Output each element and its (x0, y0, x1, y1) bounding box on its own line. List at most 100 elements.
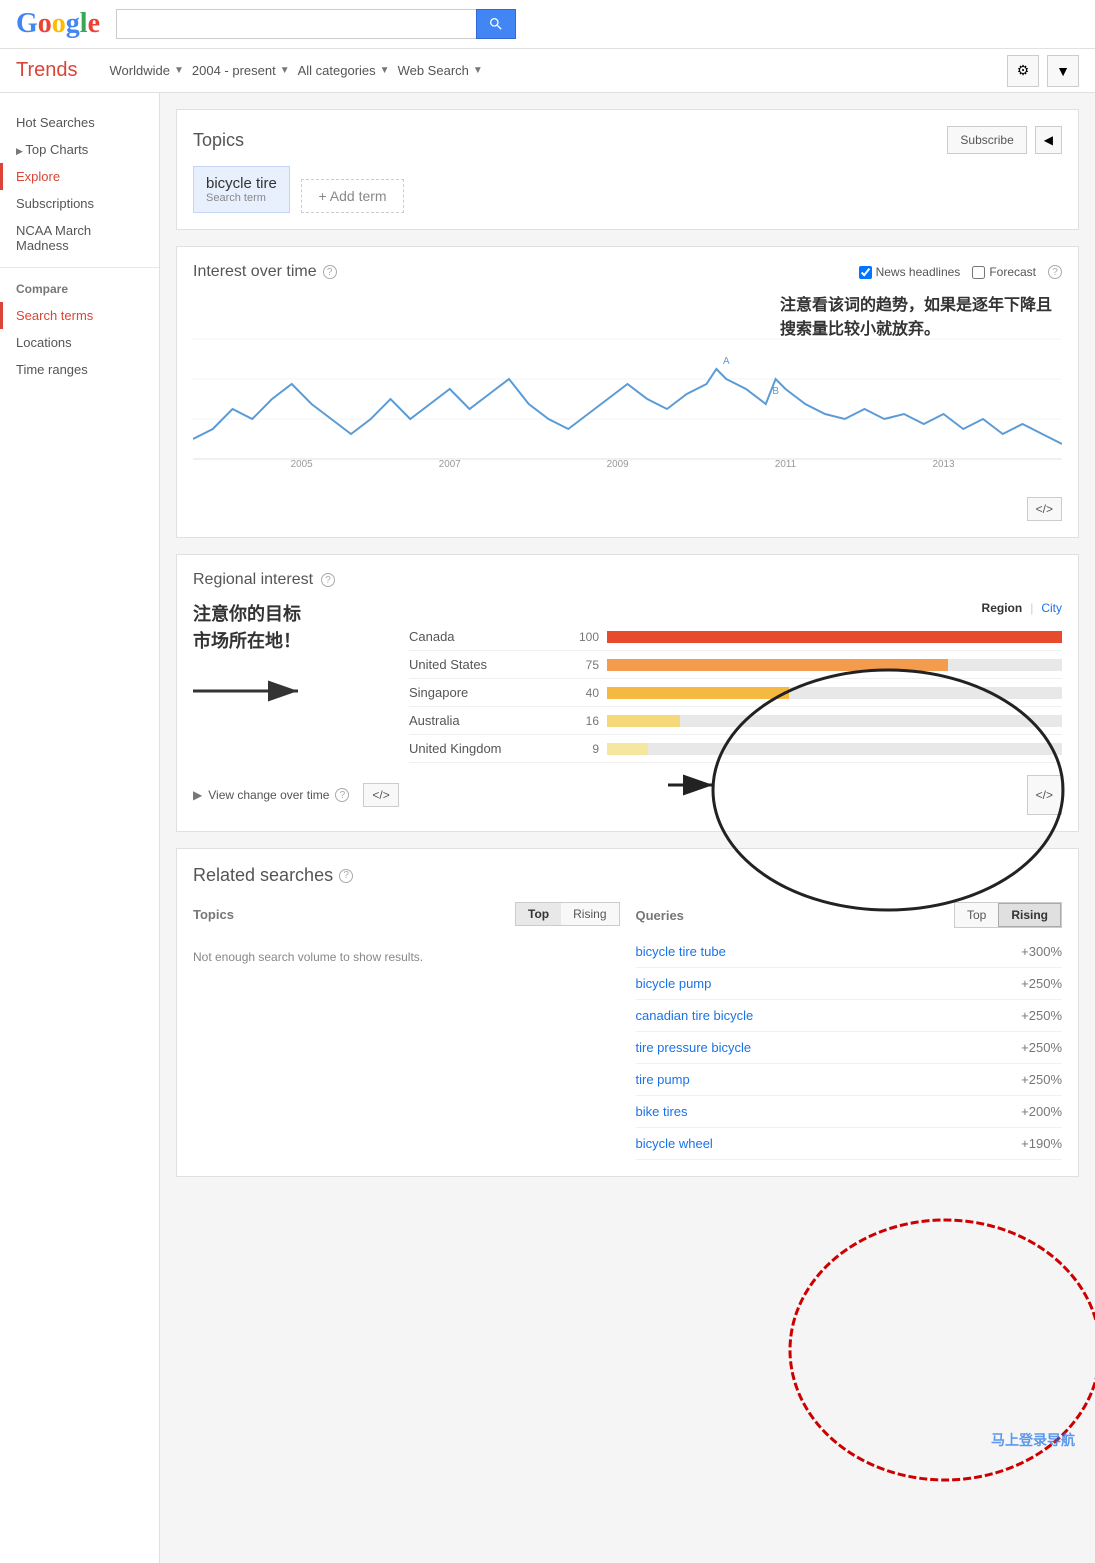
queries-tab-group: Top Rising (954, 902, 1062, 928)
interest-title: Interest over time ? (193, 263, 337, 281)
region-tab[interactable]: Region (982, 601, 1023, 615)
term-chip-text: bicycle tire (206, 175, 277, 192)
term-chip-bicycle-tire[interactable]: bicycle tire Search term (193, 166, 290, 213)
sidebar-item-locations[interactable]: Locations (0, 329, 159, 356)
regional-embed-button2[interactable]: </> (1027, 775, 1062, 815)
query-name-7[interactable]: bicycle wheel (636, 1136, 713, 1151)
query-row-6: bike tires +200% (636, 1096, 1063, 1128)
sidebar: Hot Searches Top Charts Explore Subscrip… (0, 93, 160, 1563)
queries-top-tab[interactable]: Top (955, 903, 998, 927)
interest-help-icon[interactable]: ? (323, 265, 337, 279)
settings-button[interactable]: ⚙ (1007, 55, 1039, 87)
topics-actions: Subscribe ◀ (947, 126, 1062, 154)
arrow-icon (193, 671, 313, 711)
subscribe-button[interactable]: Subscribe (947, 126, 1026, 154)
topics-card: Topics Subscribe ◀ bicycle tire Search t… (176, 109, 1079, 230)
related-queries-header: Queries Top Rising (636, 902, 1063, 928)
related-queries-col: Queries Top Rising bicycle tire tube +30… (636, 902, 1063, 1160)
sidebar-item-time-ranges[interactable]: Time ranges (0, 356, 159, 383)
query-name-4[interactable]: tire pressure bicycle (636, 1040, 752, 1055)
region-row-australia: Australia 16 (409, 707, 1062, 735)
svg-text:A: A (723, 356, 730, 367)
svg-text:2007: 2007 (439, 459, 461, 469)
sidebar-item-ncaa[interactable]: NCAA March Madness (0, 217, 159, 259)
city-tab[interactable]: City (1041, 601, 1062, 615)
query-row-5: tire pump +250% (636, 1064, 1063, 1096)
related-header: Related searches ? (193, 865, 1062, 886)
regional-embed-button[interactable]: </> (363, 783, 398, 807)
queries-col-label: Queries (636, 908, 684, 923)
date-dropdown[interactable]: 2004 - present ▼ (192, 63, 290, 78)
sidebar-item-hot-searches[interactable]: Hot Searches (0, 109, 159, 136)
chart-embed-area: </> (193, 497, 1062, 521)
query-name-1[interactable]: bicycle tire tube (636, 944, 726, 959)
date-arrow: ▼ (280, 65, 290, 76)
forecast-checkbox[interactable]: Forecast (972, 265, 1036, 279)
query-pct-5: +250% (1021, 1072, 1062, 1087)
topics-terms: bicycle tire Search term + Add term (193, 166, 1062, 213)
more-button[interactable]: ▼ (1047, 55, 1079, 87)
forecast-help-icon[interactable]: ? (1048, 265, 1062, 279)
svg-text:2005: 2005 (291, 459, 313, 469)
regional-help-icon[interactable]: ? (321, 573, 335, 587)
nav-brand: Trends (16, 59, 78, 82)
us-bar (607, 659, 948, 671)
query-name-2[interactable]: bicycle pump (636, 976, 712, 991)
regional-title-left: Regional interest ? (193, 571, 335, 589)
queries-rising-tab[interactable]: Rising (998, 903, 1061, 927)
interest-header: Interest over time ? News headlines Fore… (193, 263, 1062, 281)
header: Google (0, 0, 1095, 49)
regional-card: Regional interest ? 注意你的目标市场所在地！ (176, 554, 1079, 832)
regional-title: Regional interest ? (193, 571, 1062, 589)
topics-header: Topics Subscribe ◀ (193, 126, 1062, 154)
sidebar-item-subscriptions[interactable]: Subscriptions (0, 190, 159, 217)
search-type-arrow: ▼ (473, 65, 483, 76)
related-columns: Topics Top Rising Not enough search volu… (193, 902, 1062, 1160)
query-row-1: bicycle tire tube +300% (636, 936, 1063, 968)
uk-bar (607, 743, 648, 755)
related-help-icon[interactable]: ? (339, 869, 353, 883)
interest-card: Interest over time ? News headlines Fore… (176, 246, 1079, 538)
regional-header: Region | City (409, 601, 1062, 615)
query-row-3: canadian tire bicycle +250% (636, 1000, 1063, 1032)
regional-table: Region | City Canada 100 United States (409, 601, 1062, 763)
search-button[interactable] (476, 9, 516, 39)
query-name-6[interactable]: bike tires (636, 1104, 688, 1119)
term-chip-sub: Search term (206, 192, 277, 204)
query-name-5[interactable]: tire pump (636, 1072, 690, 1087)
related-topics-col: Topics Top Rising Not enough search volu… (193, 902, 620, 1160)
regional-container: 注意你的目标市场所在地！ (193, 601, 1062, 763)
query-row-2: bicycle pump +250% (636, 968, 1063, 1000)
search-icon (488, 16, 504, 32)
topics-top-tab[interactable]: Top (516, 903, 561, 925)
sidebar-item-explore[interactable]: Explore (0, 163, 159, 190)
sidebar-item-top-charts[interactable]: Top Charts (0, 136, 159, 163)
search-type-dropdown[interactable]: Web Search ▼ (398, 63, 483, 78)
search-input[interactable] (116, 9, 476, 39)
region-row-uk: United Kingdom 9 (409, 735, 1062, 763)
sidebar-item-search-terms[interactable]: Search terms (0, 302, 159, 329)
categories-dropdown[interactable]: All categories ▼ (298, 63, 390, 78)
worldwide-dropdown[interactable]: Worldwide ▼ (110, 63, 184, 78)
topics-rising-tab[interactable]: Rising (561, 903, 618, 925)
region-row-us: United States 75 (409, 651, 1062, 679)
nav-left: Trends Worldwide ▼ 2004 - present ▼ All … (16, 59, 483, 82)
add-term-button[interactable]: + Add term (301, 179, 403, 213)
query-pct-6: +200% (1021, 1104, 1062, 1119)
svg-text:B: B (772, 386, 779, 397)
regional-annotation-text: 注意你的目标市场所在地！ (193, 601, 393, 655)
view-change-button[interactable]: ▶ View change over time ? </> (193, 775, 399, 815)
query-pct-2: +250% (1021, 976, 1062, 991)
content: Topics Subscribe ◀ bicycle tire Search t… (160, 93, 1095, 1563)
no-data-message: Not enough search volume to show results… (193, 934, 620, 980)
news-headlines-checkbox[interactable]: News headlines (859, 265, 961, 279)
regional-annotation: 注意你的目标市场所在地！ (193, 601, 393, 763)
related-card: Related searches ? Topics Top Rising Not… (176, 848, 1079, 1177)
arrow-container (193, 671, 393, 711)
embed-button[interactable]: </> (1027, 497, 1062, 521)
view-change-help[interactable]: ? (335, 788, 349, 802)
share-button[interactable]: ◀ (1035, 126, 1062, 154)
interest-chart: 2005 2007 2009 2011 2013 A B 注意看该词的趋势，如果… (193, 289, 1062, 489)
query-name-3[interactable]: canadian tire bicycle (636, 1008, 754, 1023)
worldwide-arrow: ▼ (174, 65, 184, 76)
